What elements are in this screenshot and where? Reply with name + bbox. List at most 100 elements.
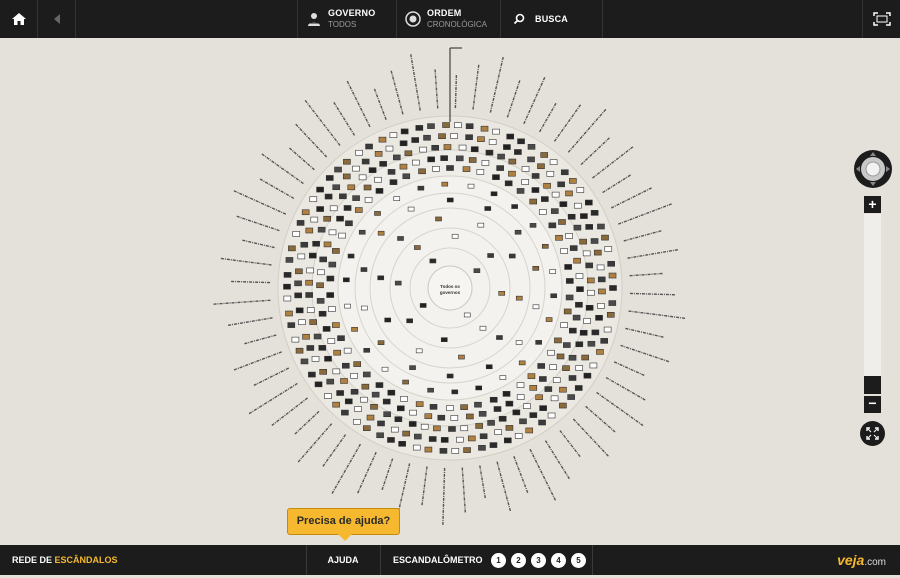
scandal-node[interactable] xyxy=(435,216,442,222)
scandal-node[interactable] xyxy=(313,333,322,340)
scandal-node[interactable] xyxy=(597,223,605,230)
scandal-node[interactable] xyxy=(493,406,502,412)
scandal-label-spoke[interactable] xyxy=(628,310,687,320)
scandal-node[interactable] xyxy=(387,169,396,175)
scandal-node[interactable] xyxy=(585,199,593,206)
scandal-node[interactable] xyxy=(531,173,540,179)
scandal-node[interactable] xyxy=(543,182,551,189)
scandal-node[interactable] xyxy=(326,275,335,282)
scandal-node[interactable] xyxy=(387,389,396,396)
scandal-node[interactable] xyxy=(590,238,599,244)
scandal-node[interactable] xyxy=(560,169,569,176)
scandal-node[interactable] xyxy=(440,155,448,161)
scandal-node[interactable] xyxy=(354,406,362,412)
scandal-node[interactable] xyxy=(560,322,568,328)
scandal-node[interactable] xyxy=(300,241,309,248)
zoom-slider-track[interactable] xyxy=(864,214,881,394)
scandal-label-spoke[interactable] xyxy=(397,463,411,515)
scandal-node[interactable] xyxy=(451,448,460,454)
scandal-node[interactable] xyxy=(567,394,575,400)
scandal-label-spoke[interactable] xyxy=(252,367,290,387)
scandal-label-spoke[interactable] xyxy=(294,122,328,158)
scandal-node[interactable] xyxy=(336,215,344,222)
scandal-node[interactable] xyxy=(306,307,315,313)
scandal-node[interactable] xyxy=(506,133,515,140)
scandal-node[interactable] xyxy=(521,179,529,185)
scandal-node[interactable] xyxy=(505,400,514,407)
scandal-node[interactable] xyxy=(540,152,548,158)
scandal-node[interactable] xyxy=(415,348,423,354)
scandal-label-spoke[interactable] xyxy=(627,248,679,259)
scandal-node[interactable] xyxy=(352,165,360,172)
scandal-node[interactable] xyxy=(402,173,411,180)
zoom-in-button[interactable]: + xyxy=(864,196,881,213)
scandal-node[interactable] xyxy=(573,202,582,209)
scandal-node[interactable] xyxy=(580,213,588,219)
scandal-node[interactable] xyxy=(417,185,425,191)
scandal-node[interactable] xyxy=(485,149,494,156)
scandal-node[interactable] xyxy=(350,388,359,395)
scandal-node[interactable] xyxy=(283,272,292,278)
scandal-label-spoke[interactable] xyxy=(629,292,676,296)
scandal-node[interactable] xyxy=(361,383,370,390)
scandal-node[interactable] xyxy=(589,362,598,369)
scandal-node[interactable] xyxy=(377,275,385,281)
scandal-label-spoke[interactable] xyxy=(479,465,487,500)
scandal-node[interactable] xyxy=(378,136,387,143)
scandal-node[interactable] xyxy=(328,261,337,268)
governo-filter[interactable]: GOVERNO TODOS xyxy=(297,0,397,38)
scandal-node[interactable] xyxy=(518,360,526,366)
scandal-node[interactable] xyxy=(309,196,318,203)
scandal-node[interactable] xyxy=(479,433,488,440)
scandal-node[interactable] xyxy=(325,175,334,181)
scandal-label-spoke[interactable] xyxy=(260,152,304,185)
scandal-node[interactable] xyxy=(597,276,606,283)
scandal-node[interactable] xyxy=(309,319,317,325)
scandal-node[interactable] xyxy=(409,365,416,370)
scandal-node[interactable] xyxy=(476,169,485,175)
scandal-node[interactable] xyxy=(366,414,375,421)
scandal-node[interactable] xyxy=(496,335,503,340)
scandal-node[interactable] xyxy=(569,245,578,251)
scandal-node[interactable] xyxy=(389,132,398,138)
scandal-node[interactable] xyxy=(339,193,347,200)
scandal-label-spoke[interactable] xyxy=(321,434,347,468)
scandal-node[interactable] xyxy=(575,365,584,371)
scandal-node[interactable] xyxy=(556,353,565,360)
scandal-node[interactable] xyxy=(512,409,521,416)
scandal-node[interactable] xyxy=(563,342,571,348)
scandal-label-spoke[interactable] xyxy=(235,215,280,232)
scandal-node[interactable] xyxy=(521,166,530,172)
scandal-node[interactable] xyxy=(337,335,345,342)
scandal-node[interactable] xyxy=(419,303,427,308)
scandal-node[interactable] xyxy=(549,269,556,274)
scandal-node[interactable] xyxy=(305,292,313,298)
scandal-node[interactable] xyxy=(351,327,358,332)
scandal-node[interactable] xyxy=(454,122,462,128)
scandal-label-spoke[interactable] xyxy=(258,177,295,200)
scandal-node[interactable] xyxy=(568,375,577,381)
scandal-label-spoke[interactable] xyxy=(227,317,273,327)
scandal-node[interactable] xyxy=(537,163,545,170)
scandal-label-spoke[interactable] xyxy=(506,79,521,118)
scandal-node[interactable] xyxy=(538,419,546,426)
scandal-node[interactable] xyxy=(448,426,456,432)
scandal-node[interactable] xyxy=(415,125,424,131)
scandal-node[interactable] xyxy=(572,314,581,321)
scandal-label-spoke[interactable] xyxy=(346,79,371,128)
scandal-node[interactable] xyxy=(305,227,314,234)
scandal-node[interactable] xyxy=(291,336,300,343)
scandal-node[interactable] xyxy=(489,442,498,448)
scandal-node[interactable] xyxy=(394,280,402,286)
scandal-node[interactable] xyxy=(312,240,320,247)
scandal-node[interactable] xyxy=(327,338,336,344)
scandal-node[interactable] xyxy=(490,191,498,197)
scandal-node[interactable] xyxy=(404,150,413,157)
scandal-node[interactable] xyxy=(596,349,604,355)
scandal-node[interactable] xyxy=(585,224,593,230)
scandal-node[interactable] xyxy=(342,362,350,369)
scandal-node[interactable] xyxy=(370,403,378,410)
scandal-node[interactable] xyxy=(402,430,410,437)
zoom-slider-handle[interactable] xyxy=(864,376,881,394)
scandal-node[interactable] xyxy=(411,137,419,143)
